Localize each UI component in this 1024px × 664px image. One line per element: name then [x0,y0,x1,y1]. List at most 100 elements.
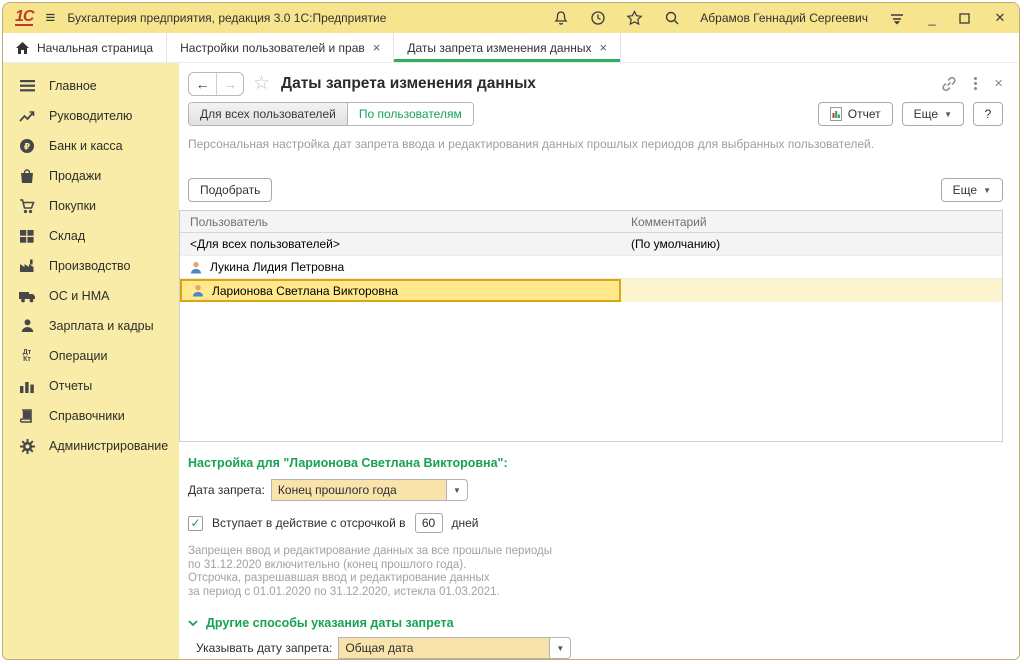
service-menu-icon[interactable] [888,10,905,27]
ruble-circle-icon: ₽ [18,138,36,154]
sidebar-item-label: Отчеты [49,379,92,393]
other-methods-label: Другие способы указания даты запрета [206,616,454,630]
more-options-dots-icon[interactable] [974,77,977,90]
pick-users-button[interactable]: Подобрать [188,178,272,202]
history-nav-group: ← → [188,72,244,96]
user-mode-toggle: Для всех пользователей По пользователям [188,102,474,126]
sidebar-item-directories[interactable]: Справочники [3,401,179,431]
restriction-info-text: Запрещен ввод и редактирование данных за… [188,545,1003,599]
sidebar-nav: Главное Руководителю ₽ Банк и касса Прод… [3,63,179,659]
sidebar-item-bank-cash[interactable]: ₽ Банк и касса [3,131,179,161]
sidebar-item-label: Склад [49,229,85,243]
toggle-all-users[interactable]: Для всех пользователей [189,103,348,125]
sidebar-item-label: Покупки [49,199,96,213]
more-button-label: Еще [914,107,938,121]
sidebar-item-manager[interactable]: Руководителю [3,101,179,131]
sidebar-item-reports[interactable]: Отчеты [3,371,179,401]
other-methods-section-toggle[interactable]: Другие способы указания даты запрета [188,616,1003,630]
bar-chart-icon [18,378,36,394]
delay-checkbox[interactable]: ✓ [188,516,203,531]
tab-bar: Начальная страница Настройки пользовател… [3,33,1019,63]
more-button[interactable]: Еще ▼ [902,102,964,126]
factory-icon [18,258,36,274]
cell-user-text: Лукина Лидия Петровна [210,260,344,274]
users-table: Пользователь Комментарий <Для всех польз… [179,210,1003,442]
date-restriction-label: Дата запрета: [188,483,265,497]
tab-label: Настройки пользователей и прав [180,41,365,55]
current-user-name[interactable]: Абрамов Геннадий Сергеевич [700,11,868,25]
settings-heading: Настройка для "Ларионова Светлана Виктор… [188,456,1003,470]
trend-chart-icon [18,108,36,124]
date-restriction-value[interactable]: Конец прошлого года [271,479,447,501]
table-row-all-users[interactable]: <Для всех пользователей> (По умолчанию) [180,233,1002,256]
tab-restriction-dates[interactable]: Даты запрета изменения данных × [394,33,621,62]
column-header-comment[interactable]: Комментарий [621,211,1002,232]
specify-date-combobox[interactable]: Общая дата ▼ [338,637,571,659]
sidebar-item-warehouse[interactable]: Склад [3,221,179,251]
tab-user-settings[interactable]: Настройки пользователей и прав × [167,33,394,62]
sidebar-item-purchases[interactable]: Покупки [3,191,179,221]
home-icon [16,42,29,54]
debit-credit-icon: ДтКт [18,348,36,364]
minimize-button[interactable]: _ [925,11,939,26]
svg-text:₽: ₽ [24,143,30,153]
table-row-lukina[interactable]: Лукина Лидия Петровна [180,256,1002,279]
delay-days-input[interactable] [415,513,443,533]
add-to-favorites-star-icon[interactable]: ☆ [253,74,270,93]
table-header-row: Пользователь Комментарий [180,211,1002,233]
forward-button[interactable]: → [216,73,243,95]
main-menu-icon[interactable]: ≡ [45,8,55,28]
close-form-icon[interactable]: × [994,75,1003,92]
dropdown-button[interactable]: ▼ [447,479,468,501]
specify-date-value[interactable]: Общая дата [338,637,550,659]
history-icon[interactable] [589,10,606,27]
help-button[interactable]: ? [973,102,1003,126]
dropdown-button[interactable]: ▼ [550,637,571,659]
sidebar-item-main[interactable]: Главное [3,71,179,101]
sidebar-item-label: Справочники [49,409,125,423]
toggle-by-users[interactable]: По пользователям [348,103,473,125]
truck-icon [18,288,36,304]
sidebar-item-label: Банк и касса [49,139,123,153]
cell-user-text: Ларионова Светлана Викторовна [212,284,398,298]
close-window-button[interactable]: ✕ [993,10,1007,26]
sidebar-item-production[interactable]: Производство [3,251,179,281]
sidebar-item-label: Операции [49,349,107,363]
person-icon [18,318,36,334]
shopping-bag-icon [18,168,36,184]
list-icon [18,78,36,94]
sidebar-item-label: Администрирование [49,439,168,453]
sidebar-item-label: ОС и НМА [49,289,109,303]
shopping-cart-icon [18,198,36,214]
close-tab-icon[interactable]: × [373,40,381,55]
date-restriction-combobox[interactable]: Конец прошлого года ▼ [271,479,468,501]
report-button[interactable]: Отчет [818,102,893,126]
maximize-button[interactable] [959,13,973,24]
column-header-user[interactable]: Пользователь [180,211,621,232]
caret-down-icon: ▼ [983,186,991,195]
get-link-icon[interactable] [941,76,957,92]
page-title: Даты запрета изменения данных [281,75,536,93]
user-avatar-icon [192,284,204,297]
sidebar-item-administration[interactable]: Администрирование [3,431,179,461]
table-row-larionova-selected[interactable]: Ларионова Светлана Викторовна [180,279,1002,302]
cell-user-text: <Для всех пользователей> [190,237,340,251]
search-icon[interactable] [663,10,680,27]
close-tab-icon[interactable]: × [599,40,607,55]
notifications-bell-icon[interactable] [552,10,569,27]
tab-home[interactable]: Начальная страница [3,33,167,62]
sidebar-item-sales[interactable]: Продажи [3,161,179,191]
sidebar-item-label: Продажи [49,169,101,183]
gear-icon [18,438,36,454]
table-more-button[interactable]: Еще ▼ [941,178,1003,202]
specify-date-label: Указывать дату запрета: [196,641,332,655]
back-button[interactable]: ← [189,73,216,95]
sidebar-item-fixed-assets[interactable]: ОС и НМА [3,281,179,311]
favorites-star-icon[interactable] [626,10,643,27]
chevron-down-icon [188,620,198,626]
title-bar: 1С ≡ Бухгалтерия предприятия, редакция 3… [3,3,1019,33]
1c-logo-icon: 1С [15,10,33,26]
sidebar-item-operations[interactable]: ДтКт Операции [3,341,179,371]
cell-comment-text: (По умолчанию) [631,237,720,251]
sidebar-item-payroll-hr[interactable]: Зарплата и кадры [3,311,179,341]
